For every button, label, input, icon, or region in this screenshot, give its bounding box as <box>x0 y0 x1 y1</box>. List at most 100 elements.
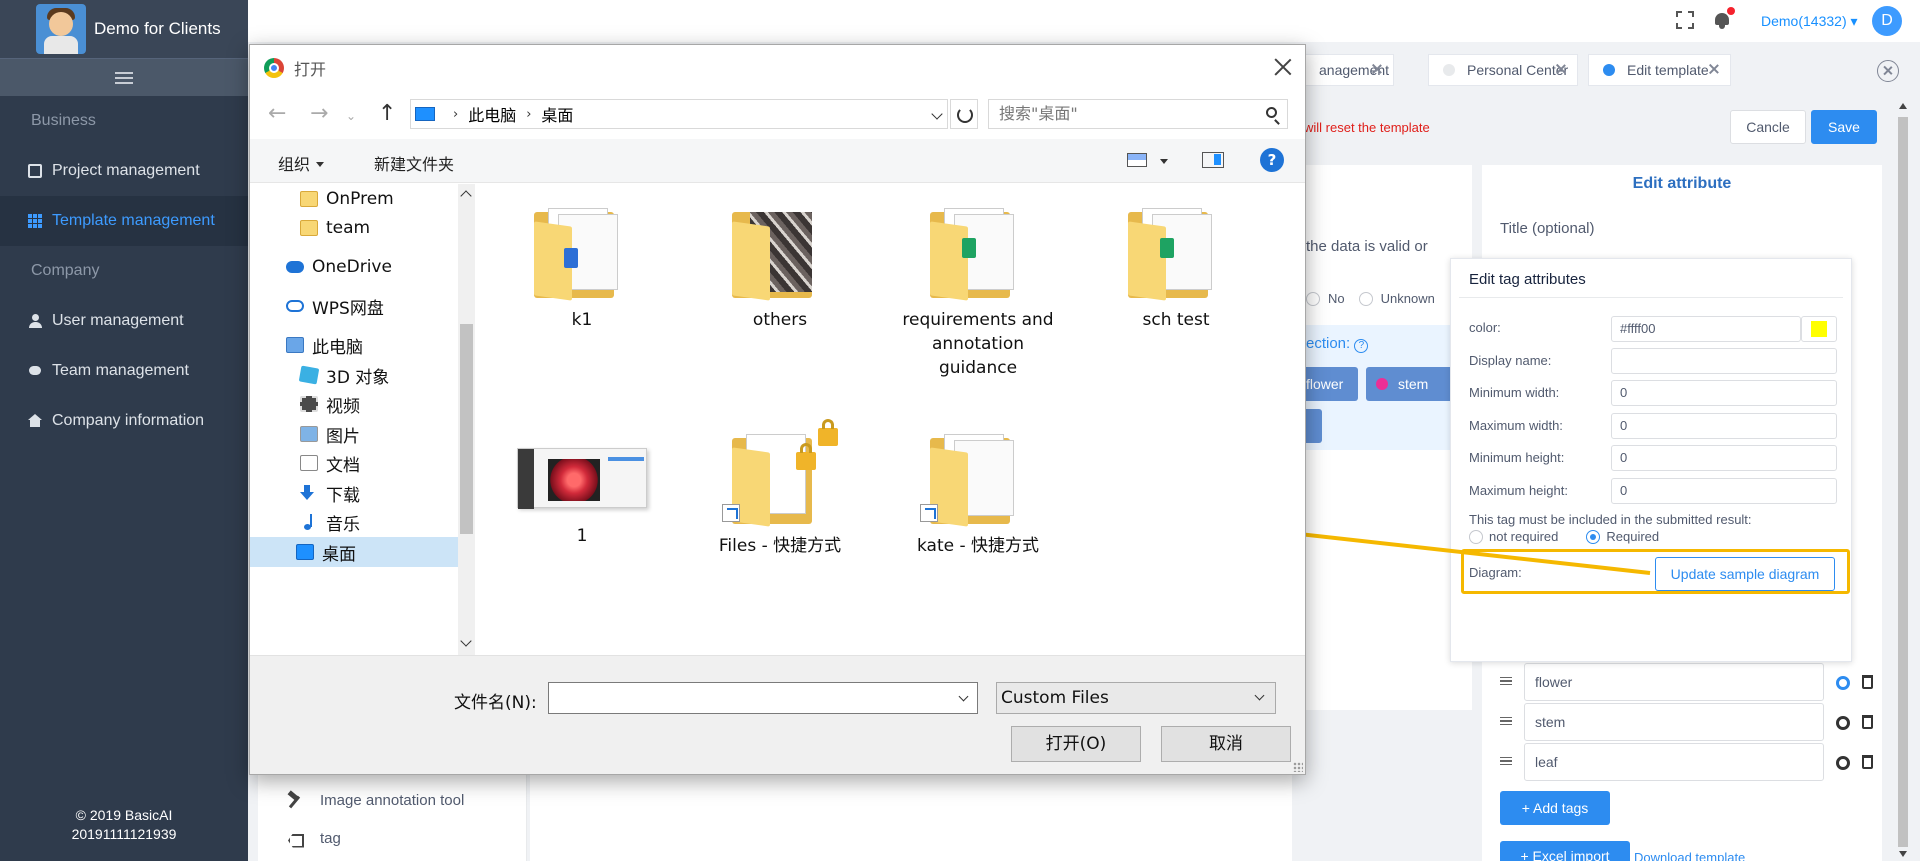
min-height-input[interactable]: 0 <box>1611 445 1837 471</box>
up-arrow-icon[interactable]: ↑ <box>378 101 396 126</box>
tab-personal-center[interactable]: Personal Center <box>1428 54 1578 86</box>
close-icon[interactable] <box>1371 63 1383 75</box>
nav-item-videos[interactable]: 视频 <box>300 389 360 419</box>
nav-item-desktop[interactable]: 桌面 <box>250 537 458 567</box>
address-bar[interactable]: › 此电脑 › 桌面 <box>410 99 948 129</box>
sidebar-item-project-management[interactable]: Project management <box>0 146 248 196</box>
radio-not-required[interactable] <box>1469 529 1483 544</box>
display-name-input[interactable] <box>1611 348 1837 374</box>
refresh-icon[interactable] <box>950 99 978 129</box>
brand[interactable]: Demo for Clients <box>0 0 248 58</box>
max-height-input[interactable]: 0 <box>1611 478 1837 504</box>
tool-tag[interactable]: tag <box>286 830 341 847</box>
avatar[interactable]: D <box>1872 6 1902 36</box>
close-icon[interactable] <box>1708 63 1720 75</box>
nav-item-downloads[interactable]: 下载 <box>300 478 360 508</box>
file-item-shortcut[interactable]: Files - 快捷方式 <box>700 419 860 558</box>
back-arrow-icon[interactable]: ← <box>268 101 286 126</box>
preview-pane-icon[interactable] <box>1202 152 1224 168</box>
save-button[interactable]: Save <box>1811 110 1877 144</box>
sidebar-item-user-management[interactable]: User management <box>0 296 248 346</box>
color-picker[interactable] <box>1801 316 1837 342</box>
tag-name-input[interactable]: flower <box>1524 663 1824 701</box>
min-width-input[interactable]: 0 <box>1611 380 1837 406</box>
nav-item-this-pc[interactable]: 此电脑 <box>286 330 363 360</box>
sidebar-footer: © 2019 BasicAI 20191111121939 <box>0 806 248 844</box>
settings-icon[interactable] <box>1836 676 1850 690</box>
chevron-down-icon[interactable] <box>931 108 943 120</box>
resize-grip-icon[interactable] <box>1293 762 1303 772</box>
tool-image-annotation[interactable]: Image annotation tool <box>286 792 464 809</box>
sidebar-item-label: User management <box>52 312 184 329</box>
nav-item-pictures[interactable]: 图片 <box>300 419 360 449</box>
forward-arrow-icon[interactable]: → <box>310 101 328 126</box>
view-icon[interactable] <box>1127 153 1147 167</box>
bell-icon[interactable] <box>1714 7 1735 29</box>
file-item-folder[interactable]: k1 <box>502 208 662 332</box>
nav-item-documents[interactable]: 文档 <box>300 448 360 478</box>
drag-handle-icon[interactable] <box>1500 717 1512 725</box>
new-folder-button[interactable]: 新建文件夹 <box>374 151 454 175</box>
file-item-image[interactable]: 1 <box>502 434 662 548</box>
cancel-button[interactable]: Cancle <box>1730 110 1806 144</box>
tab-edit-template[interactable]: Edit template <box>1588 54 1731 86</box>
nav-item-onedrive[interactable]: OneDrive <box>286 252 392 282</box>
nav-item-3d-objects[interactable]: 3D 对象 <box>298 360 389 390</box>
file-name: sch test <box>1142 310 1210 330</box>
chevron-down-icon[interactable] <box>1160 159 1168 164</box>
radio-unknown[interactable] <box>1358 291 1373 306</box>
account-dropdown[interactable]: Demo(14332) ▾ <box>1761 13 1858 30</box>
radio-no[interactable] <box>1306 291 1320 306</box>
nav-item-onprem[interactable]: OnPrem <box>300 184 394 214</box>
tag-icon <box>286 831 302 847</box>
sidebar-item-team-management[interactable]: Team management <box>0 346 248 396</box>
help-icon[interactable]: ? <box>1260 148 1284 172</box>
close-icon[interactable] <box>1273 57 1293 77</box>
excel-import-button[interactable]: + Excel import <box>1500 841 1630 861</box>
add-tags-button[interactable]: + Add tags <box>1500 791 1610 825</box>
download-template-link[interactable]: Download template <box>1634 850 1745 861</box>
nav-item-music[interactable]: 音乐 <box>300 507 360 537</box>
radio-required[interactable] <box>1586 529 1601 544</box>
file-item-folder[interactable]: others <box>700 208 860 332</box>
tag-name-input[interactable]: leaf <box>1524 743 1824 781</box>
search-input[interactable]: 搜索"桌面" <box>988 99 1288 129</box>
color-swatch <box>1811 321 1827 337</box>
dialog-toolbar: 组织 新建文件夹 ? <box>250 139 1305 183</box>
page-scrollbar[interactable] <box>1896 97 1910 861</box>
breadcrumb-item[interactable]: 此电脑 <box>468 102 516 126</box>
organize-menu[interactable]: 组织 <box>278 151 325 175</box>
open-button[interactable]: 打开(O) <box>1011 726 1141 762</box>
template-preview-panel: the data is valid or No Unknown ection: … <box>1296 165 1472 710</box>
trash-icon[interactable] <box>1862 715 1873 729</box>
close-icon[interactable] <box>1555 63 1567 75</box>
color-input[interactable]: #ffff00 <box>1611 316 1801 342</box>
trash-icon[interactable] <box>1862 675 1873 689</box>
chevron-down-icon[interactable] <box>958 691 969 702</box>
nav-item-wps-cloud[interactable]: WPS网盘 <box>286 291 384 321</box>
sidebar-collapse-button[interactable] <box>0 58 248 96</box>
breadcrumb-item[interactable]: 桌面 <box>541 102 573 126</box>
sidebar-item-company-information[interactable]: Company information <box>0 396 248 446</box>
organize-label: 组织 <box>278 155 311 174</box>
file-item-folder[interactable]: requirements and annotation guidance <box>898 208 1058 380</box>
recent-locations-icon[interactable]: ⌄ <box>346 109 356 123</box>
settings-icon[interactable] <box>1836 756 1850 770</box>
nav-item-team[interactable]: team <box>300 213 370 243</box>
trash-icon[interactable] <box>1862 755 1873 769</box>
file-item-folder[interactable]: sch test <box>1096 208 1256 332</box>
sidebar-item-template-management[interactable]: Template management <box>0 196 248 246</box>
file-type-select[interactable]: Custom Files <box>996 682 1276 714</box>
cancel-dialog-button[interactable]: 取消 <box>1161 726 1291 762</box>
close-all-tabs-icon[interactable] <box>1877 60 1899 82</box>
tag-name-input[interactable]: stem <box>1524 703 1824 741</box>
max-width-input[interactable]: 0 <box>1611 413 1837 439</box>
fullscreen-icon[interactable] <box>1676 11 1694 29</box>
nav-pane-scrollbar[interactable] <box>458 184 475 655</box>
drag-handle-icon[interactable] <box>1500 677 1512 685</box>
file-item-shortcut[interactable]: kate - 快捷方式 <box>898 434 1058 558</box>
settings-icon[interactable] <box>1836 716 1850 730</box>
folder-icon <box>300 220 318 236</box>
drag-handle-icon[interactable] <box>1500 757 1512 765</box>
filename-input[interactable] <box>548 682 978 714</box>
